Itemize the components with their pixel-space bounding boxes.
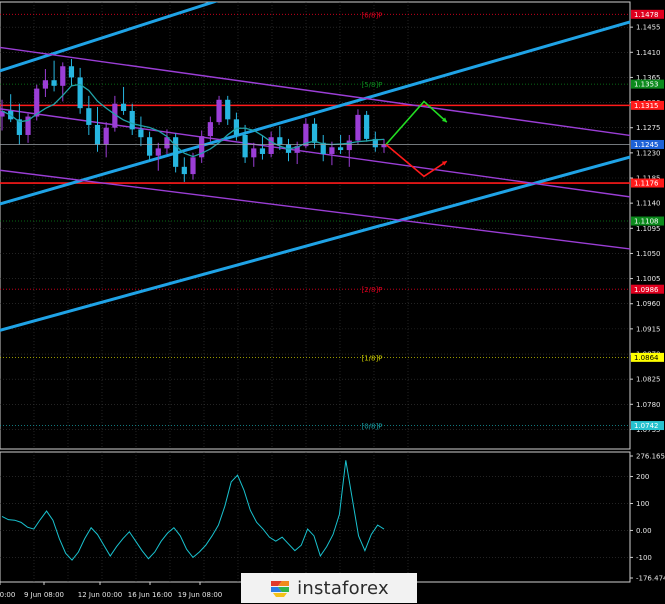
murray-price-badge-text: 1.0864 [634,354,659,362]
candle-body [233,119,240,135]
oscillator-line [1,460,385,561]
price-grid [0,2,630,449]
candle-body [268,137,274,154]
osc-tick-label: 200 [636,473,649,481]
candle-body [120,103,127,111]
candle-body [251,148,257,158]
candle-body [138,129,144,138]
level-price-badge-text: 1.1176 [634,180,659,188]
osc-tick-label: 100 [636,500,649,508]
time-axis-label: 16 Jun 16:00 [128,591,172,599]
purple-channel-line [0,108,630,198]
murray-price-badge-text: 1.1353 [634,81,659,89]
time-axis-label: 12 Jun 00:00 [78,591,122,599]
murray-level-label: [6/8]P [362,11,383,19]
candle-body [68,66,75,78]
candle-body [86,108,92,125]
candle-body [77,77,83,109]
murray-price-badge-text: 1.0986 [634,286,659,294]
time-axis-label: Jun 00:00 [0,591,15,599]
candle-body [51,80,57,86]
price-chart: [6/8]P [5/8]P [2/8]P [1/8]P [0/8]P 1.1455 1.14… [0,1,665,603]
price-tick-label: 1.0960 [636,300,661,308]
instaforex-logo: instaforex [241,573,417,603]
instaforex-wordmark: instaforex [297,577,389,599]
murray-price-badge-text: 1.0742 [634,422,659,430]
price-tick-label: 1.1410 [636,49,661,57]
price-tick-label: 1.1230 [636,149,661,157]
candle-body [242,134,248,158]
candle-body [355,114,361,141]
level-price-badge-text: 1.1315 [634,102,659,110]
candle-body [155,148,161,156]
blue-channel-line [0,20,630,206]
time-axis-label: 19 Jun 08:00 [178,591,222,599]
murray-price-badge-text: 1.1478 [634,11,659,19]
murray-level-label: [2/8]P [362,286,383,294]
current-price-badge-text: 1.1245 [634,141,659,149]
price-tick-label: 1.0780 [636,401,661,409]
price-tick-label: 1.0825 [636,376,661,384]
instaforex-logo-icon [271,581,290,597]
level-price-badge-text: 1.1108 [634,218,659,226]
main-plot-frame [0,1,631,450]
candle-body [364,114,370,139]
candle-body [103,127,109,145]
candle-body [129,110,135,130]
price-tick-label: 1.1140 [636,200,661,208]
price-tick-label: 1.0915 [636,325,661,333]
candle-body [146,137,153,156]
time-axis-label: 9 Jun 08:00 [24,591,64,599]
murray-level-label: [5/8]P [362,81,383,89]
candle-body [216,99,222,123]
candle-body [259,148,266,154]
candle-body [311,123,318,143]
osc-tick-label: 276.1652 [636,453,665,461]
oscillator-frame [0,451,631,583]
candle-body [277,137,283,145]
candle-body [225,99,231,120]
candle-body [329,147,335,154]
price-tick-label: 1.1095 [636,225,661,233]
candle-body [190,157,196,175]
plot-layer: [6/8]P [5/8]P [2/8]P [1/8]P [0/8]P [0,2,630,431]
candle-body [337,147,344,151]
candle-body [346,140,352,151]
candle-body [60,66,66,86]
blue-channel-line [0,2,219,73]
candle-body [207,122,213,137]
oscillator-layer [0,460,630,561]
price-tick-label: 1.1455 [636,24,661,32]
moving-average-line [1,83,385,158]
price-tick-label: 1.1005 [636,275,661,283]
osc-tick-label: -176.474 [636,575,665,583]
candle-body [173,137,179,167]
candle-body [42,80,49,89]
candle-body [181,166,187,175]
murray-level-label: [1/8]P [362,354,383,362]
price-tick-label: 1.1275 [636,124,661,132]
candle-body [94,124,101,145]
forecast-arrow-line [385,143,448,178]
osc-tick-label: -100 [636,554,652,562]
price-tick-label: 1.1050 [636,250,661,258]
osc-tick-label: 0.00 [636,527,652,535]
murray-level-label: [0/8]P [362,423,383,431]
